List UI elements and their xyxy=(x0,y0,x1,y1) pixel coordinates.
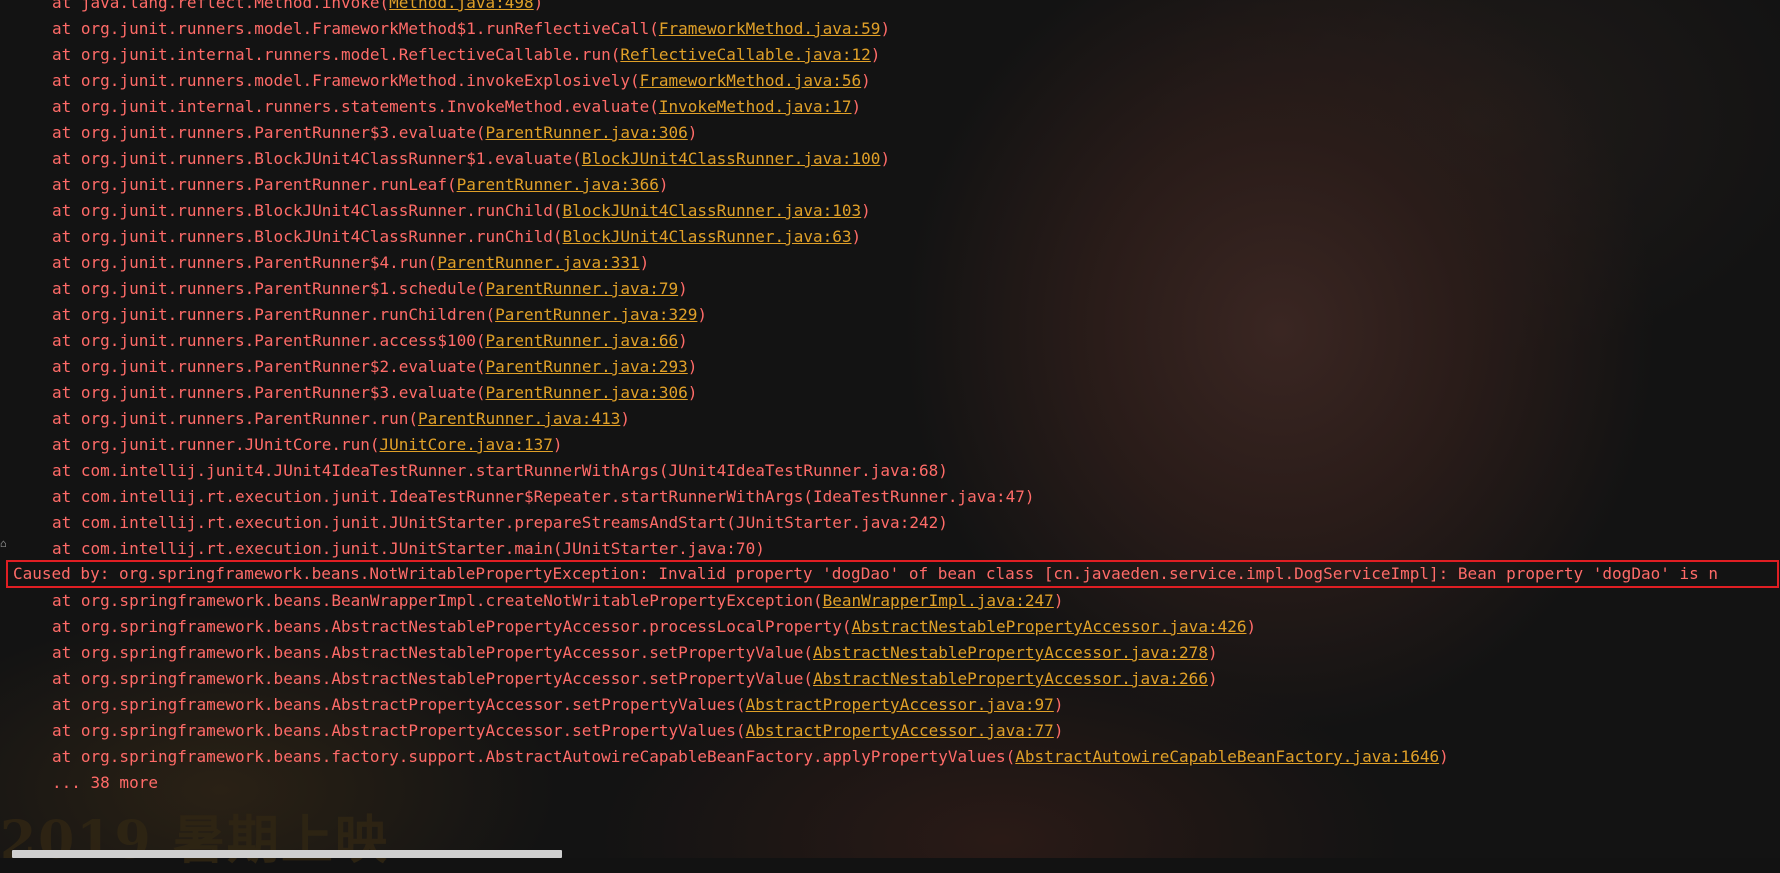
stack-frame: at org.junit.runners.ParentRunner$2.eval… xyxy=(52,357,698,376)
source-link[interactable]: ParentRunner.java:79 xyxy=(485,279,678,298)
source-link[interactable]: ParentRunner.java:306 xyxy=(485,383,687,402)
stack-frames-junit: at org.junit.runners.model.FrameworkMeth… xyxy=(0,16,1780,458)
source-link[interactable]: AbstractPropertyAccessor.java:97 xyxy=(746,695,1054,714)
source-link[interactable]: InvokeMethod.java:17 xyxy=(659,97,852,116)
source-link[interactable]: AbstractNestablePropertyAccessor.java:42… xyxy=(852,617,1247,636)
source-link[interactable]: Method.java:498 xyxy=(389,0,534,12)
stack-frame: at org.springframework.beans.factory.sup… xyxy=(52,747,1449,766)
stack-frame: at com.intellij.rt.execution.junit.JUnit… xyxy=(52,513,948,532)
stack-frame: at com.intellij.junit4.JUnit4IdeaTestRun… xyxy=(52,461,948,480)
stack-frame: at org.junit.internal.runners.model.Refl… xyxy=(52,45,881,64)
source-link[interactable]: ParentRunner.java:329 xyxy=(495,305,697,324)
source-link[interactable]: FrameworkMethod.java:59 xyxy=(659,19,881,38)
horizontal-scrollbar[interactable] xyxy=(12,850,562,858)
stack-frame: at org.junit.runners.ParentRunner$4.run(… xyxy=(52,253,650,272)
source-link[interactable]: ParentRunner.java:366 xyxy=(457,175,659,194)
console-output: at java.lang.reflect.Method.invoke(Metho… xyxy=(0,0,1780,796)
source-link[interactable]: ParentRunner.java:293 xyxy=(485,357,687,376)
stack-frame: at org.junit.runners.ParentRunner$3.eval… xyxy=(52,123,698,142)
stack-frame: at org.junit.internal.runners.statements… xyxy=(52,97,862,116)
source-link[interactable]: ParentRunner.java:66 xyxy=(485,331,678,350)
stack-frame: at org.springframework.beans.AbstractPro… xyxy=(52,695,1064,714)
stack-frame: at org.junit.runners.model.FrameworkMeth… xyxy=(52,71,871,90)
stack-frame: at org.springframework.beans.AbstractNes… xyxy=(52,643,1218,662)
source-link[interactable]: JUnitCore.java:137 xyxy=(380,435,553,454)
source-link[interactable]: BlockJUnit4ClassRunner.java:103 xyxy=(563,201,862,220)
source-link[interactable]: BeanWrapperImpl.java:247 xyxy=(823,591,1054,610)
stack-frame: at org.springframework.beans.AbstractPro… xyxy=(52,721,1064,740)
source-link[interactable]: ParentRunner.java:413 xyxy=(418,409,620,428)
stack-frame: at org.junit.runners.ParentRunner$1.sche… xyxy=(52,279,688,298)
stack-frame: at org.springframework.beans.BeanWrapper… xyxy=(52,591,1064,610)
source-link[interactable]: BlockJUnit4ClassRunner.java:63 xyxy=(563,227,852,246)
stack-frames-spring: at org.springframework.beans.BeanWrapper… xyxy=(0,588,1780,770)
more-frames-text: ... 38 more xyxy=(52,773,158,792)
source-link[interactable]: ParentRunner.java:331 xyxy=(437,253,639,272)
stack-frame: at java.lang.reflect.Method.invoke(Metho… xyxy=(0,0,1780,16)
source-link[interactable]: AbstractPropertyAccessor.java:77 xyxy=(746,721,1054,740)
stack-frame: at com.intellij.rt.execution.junit.IdeaT… xyxy=(52,487,1035,506)
stack-frame: at org.junit.runners.model.FrameworkMeth… xyxy=(52,19,891,38)
source-link[interactable]: AbstractNestablePropertyAccessor.java:27… xyxy=(813,643,1208,662)
caused-by-line: Caused by: org.springframework.beans.Not… xyxy=(6,560,1779,588)
stack-frame: at com.intellij.rt.execution.junit.JUnit… xyxy=(52,539,765,558)
stack-frame: at org.junit.runners.ParentRunner.runChi… xyxy=(52,305,708,324)
source-link[interactable]: ReflectiveCallable.java:12 xyxy=(620,45,870,64)
stack-frame: at org.junit.runner.JUnitCore.run(JUnitC… xyxy=(52,435,563,454)
stack-frame: at org.junit.runners.BlockJUnit4ClassRun… xyxy=(52,149,891,168)
stack-frame: at org.junit.runners.ParentRunner$3.eval… xyxy=(52,383,698,402)
stack-frame: at org.junit.runners.BlockJUnit4ClassRun… xyxy=(52,201,871,220)
stack-frames-intellij: at com.intellij.junit4.JUnit4IdeaTestRun… xyxy=(0,458,1780,562)
stack-frame: at org.junit.runners.ParentRunner.runLea… xyxy=(52,175,669,194)
source-link[interactable]: AbstractAutowireCapableBeanFactory.java:… xyxy=(1015,747,1439,766)
stack-frame: at org.junit.runners.ParentRunner.access… xyxy=(52,331,688,350)
poster-caption: 2019 暑期上映 xyxy=(0,810,389,871)
stack-frame: at org.junit.runners.BlockJUnit4ClassRun… xyxy=(52,227,862,246)
caused-by-text: Caused by: org.springframework.beans.Not… xyxy=(13,564,1719,583)
stack-frame: at org.junit.runners.ParentRunner.run(Pa… xyxy=(52,409,630,428)
source-link[interactable]: FrameworkMethod.java:56 xyxy=(640,71,862,90)
source-link[interactable]: BlockJUnit4ClassRunner.java:100 xyxy=(582,149,881,168)
stack-frame: at org.springframework.beans.AbstractNes… xyxy=(52,617,1257,636)
source-link[interactable]: AbstractNestablePropertyAccessor.java:26… xyxy=(813,669,1208,688)
stack-frame: at org.springframework.beans.AbstractNes… xyxy=(52,669,1218,688)
source-link[interactable]: ParentRunner.java:306 xyxy=(485,123,687,142)
